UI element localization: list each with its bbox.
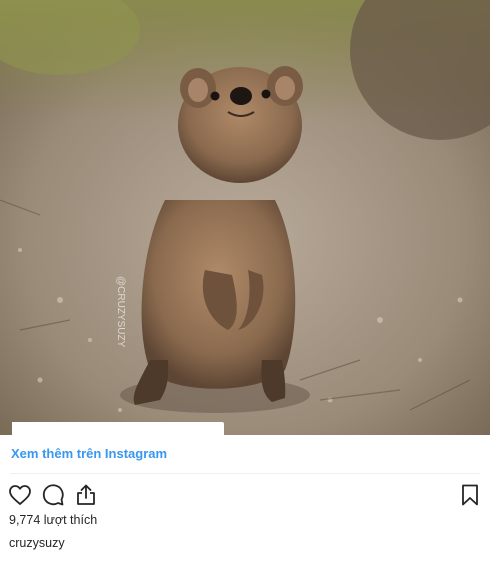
- post-photo[interactable]: @CRUZYSUZY: [0, 0, 490, 435]
- quokka-photo: @CRUZYSUZY: [0, 0, 490, 435]
- view-more-link[interactable]: Xem thêm trên Instagram: [11, 446, 167, 461]
- comment-button[interactable]: [41, 483, 65, 507]
- like-button[interactable]: [8, 483, 32, 507]
- share-icon: [77, 484, 95, 505]
- action-bar: [8, 483, 482, 507]
- save-button[interactable]: [458, 483, 482, 507]
- photo-overlay-tab: [12, 422, 224, 435]
- likes-count: 9,774 lượt thích: [9, 513, 98, 527]
- post-username[interactable]: cruzysuzy: [9, 536, 65, 550]
- divider: [10, 473, 480, 474]
- share-button[interactable]: [74, 483, 98, 507]
- bookmark-icon: [462, 484, 478, 506]
- comment-icon: [42, 484, 64, 506]
- photo-watermark: @CRUZYSUZY: [115, 276, 126, 348]
- heart-icon: [9, 485, 31, 505]
- instagram-embed: @CRUZYSUZY Xem thêm trên Instagram 9,774…: [0, 0, 490, 564]
